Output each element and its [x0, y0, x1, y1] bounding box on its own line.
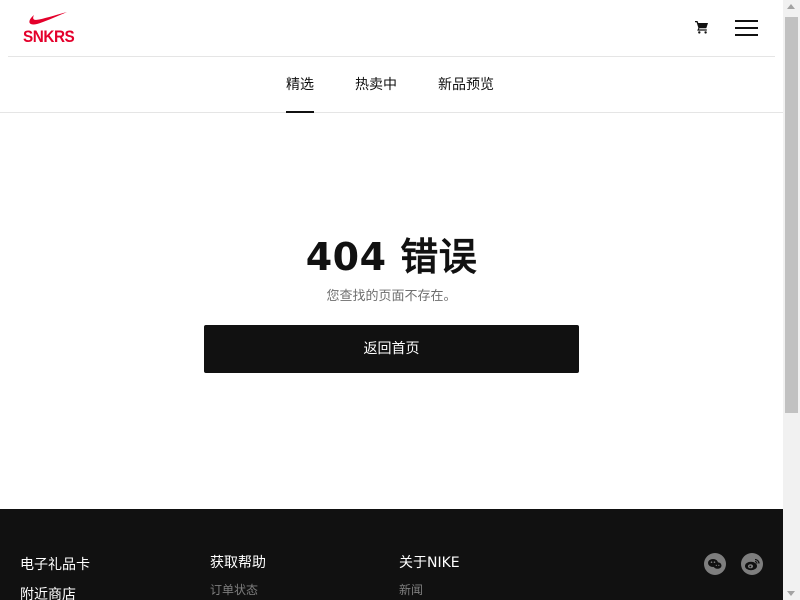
snkrs-logo[interactable]: SNKRS — [22, 10, 78, 48]
footer-order-status-link[interactable]: 订单状态 — [210, 581, 258, 598]
cart-icon[interactable] — [695, 20, 709, 34]
weibo-icon[interactable] — [741, 553, 763, 575]
scrollbar[interactable] — [783, 0, 800, 600]
logo-text: SNKRS — [23, 27, 75, 46]
scroll-up-arrow-icon[interactable] — [787, 4, 795, 9]
footer-help-heading[interactable]: 获取帮助 — [210, 552, 266, 572]
hamburger-menu-icon[interactable] — [735, 17, 760, 39]
tab-upcoming[interactable]: 新品预览 — [438, 74, 494, 94]
header: SNKRS — [0, 0, 783, 57]
footer-store-locator-link[interactable]: 附近商店 — [20, 584, 76, 600]
footer-gift-card-link[interactable]: 电子礼品卡 — [20, 554, 90, 574]
error-message: 您查找的页面不存在。 — [326, 289, 457, 304]
return-home-button[interactable]: 返回首页 — [204, 325, 579, 373]
scrollbar-thumb[interactable] — [785, 17, 798, 413]
tab-featured[interactable]: 精选 — [286, 74, 314, 113]
footer: 电子礼品卡 附近商店 获取帮助 订单状态 关于NIKE 新闻 — [0, 509, 783, 600]
tab-in-stock[interactable]: 热卖中 — [355, 74, 397, 94]
page: SNKRS 精选 热卖中 新品预览 404 错误 您查找的页面不存在。 返回首页… — [0, 0, 783, 600]
scroll-down-arrow-icon[interactable] — [787, 591, 795, 596]
swoosh-icon — [29, 12, 67, 25]
footer-news-link[interactable]: 新闻 — [399, 581, 423, 598]
wechat-icon[interactable] — [704, 553, 726, 575]
footer-about-heading[interactable]: 关于NIKE — [399, 552, 460, 572]
error-title: 404 错误 — [305, 235, 478, 279]
nav-tabs: 精选 热卖中 新品预览 — [0, 57, 783, 113]
